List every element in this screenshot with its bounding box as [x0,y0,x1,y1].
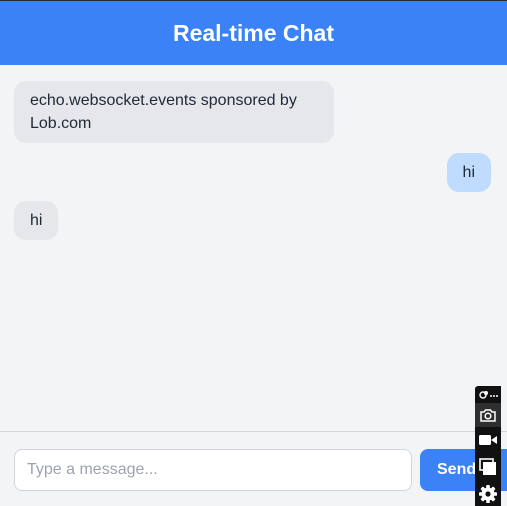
toolbar-top-row [475,386,501,403]
chat-header: Real-time Chat [0,1,507,65]
message-bubble-received: hi [14,201,59,240]
settings-button[interactable] [475,482,501,506]
page-title: Real-time Chat [172,19,335,46]
video-record-button[interactable] [475,428,501,452]
message-list: echo.websocket.events sponsored by Lob.c… [0,65,507,431]
message-bubble-received: echo.websocket.events sponsored by Lob.c… [14,81,334,143]
settings-gear-icon [479,485,497,503]
window-capture-button[interactable] [475,455,501,479]
window-icon [479,458,496,475]
screenshot-button[interactable] [475,403,501,427]
message-composer: Send [0,431,507,506]
message-bubble-sent: hi [446,153,491,192]
screenshot-camera-icon [480,409,496,422]
extension-icon[interactable] [477,389,499,401]
message-input[interactable] [14,449,412,491]
video-record-icon [479,435,497,445]
capture-toolbar [475,386,501,506]
